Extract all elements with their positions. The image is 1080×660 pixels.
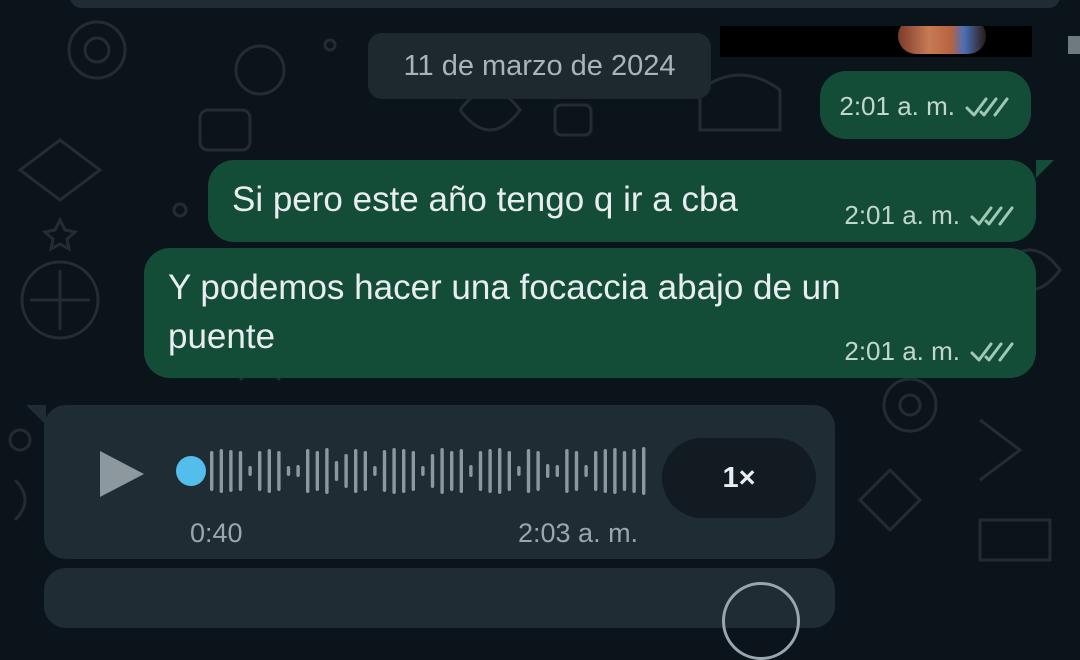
waveform-bar [498, 448, 502, 494]
waveform-bar [277, 451, 281, 491]
waveform-bar [306, 449, 310, 493]
double-check-icon [965, 97, 1009, 116]
waveform-bar [459, 449, 463, 493]
waveform-bar [555, 465, 559, 477]
message-time: 2:01 a. m. [844, 200, 960, 230]
voice-message-time: 2:03 a. m. [518, 518, 639, 548]
bubble-tail [26, 405, 46, 425]
voice-waveform[interactable] [176, 443, 646, 499]
double-check-icon [970, 206, 1014, 225]
next-message-bubble[interactable] [44, 568, 835, 628]
waveform-bar [507, 451, 511, 491]
avatar [722, 582, 800, 660]
play-icon[interactable] [96, 447, 148, 501]
waveform-bar [584, 465, 588, 477]
waveform-bar [536, 451, 540, 491]
message-text-line-2: puente [168, 317, 276, 356]
waveform-bar [488, 449, 492, 493]
waveform-bar [210, 451, 214, 491]
outgoing-message[interactable]: Y podemos hacer una focaccia abajo de un… [144, 248, 1036, 378]
outgoing-message[interactable]: Si pero este año tengo q ir a cba 2:01 a… [208, 160, 1036, 242]
waveform-bar [296, 465, 300, 477]
waveform-bar [354, 449, 358, 493]
waveform-bar [632, 449, 636, 493]
waveform-bar [325, 448, 329, 494]
playback-speed-button[interactable]: 1× [662, 438, 816, 518]
bubble-tail [1036, 160, 1054, 178]
waveform-bar [526, 449, 531, 493]
waveform-bar [402, 449, 406, 493]
waveform-bar [517, 466, 521, 476]
date-separator: 11 de marzo de 2024 [368, 33, 711, 99]
message-meta: 2:01 a. m. [844, 200, 1014, 231]
voice-duration: 0:40 [190, 518, 243, 548]
waveform-bar [642, 447, 646, 495]
waveform-bar [363, 451, 367, 491]
double-check-icon [970, 342, 1014, 361]
scrollbar-handle[interactable] [1068, 36, 1080, 54]
message-meta: 2:01 a. m. [839, 91, 1009, 122]
waveform-bar [546, 464, 550, 478]
waveform-bar [430, 454, 435, 488]
waveform-bar [373, 466, 377, 476]
waveform-bar [594, 451, 598, 491]
waveform-bar [603, 449, 607, 493]
waveform-bar [334, 461, 339, 481]
playback-progress-dot[interactable] [176, 456, 206, 486]
waveform-bar [258, 451, 262, 491]
waveform-bar [565, 449, 569, 493]
message-text-line-1: Y podemos hacer una focaccia abajo de un [168, 268, 841, 307]
waveform-bar [450, 451, 454, 491]
previous-message-bubble-edge [70, 0, 1060, 8]
waveform-bar [622, 451, 627, 491]
waveform-bar [248, 466, 252, 476]
waveform-bar [411, 451, 415, 491]
message-meta: 2:01 a. m. [844, 336, 1014, 367]
waveform-bar [440, 448, 444, 494]
waveform-bar [469, 465, 473, 477]
waveform-bar [286, 466, 291, 476]
waveform-bar [238, 451, 243, 491]
message-time: 2:01 a. m. [839, 91, 955, 121]
waveform-bar [344, 454, 348, 488]
outgoing-message-time-bubble[interactable]: 2:01 a. m. [820, 71, 1031, 139]
image-message-thumbnail[interactable] [720, 26, 1032, 57]
waveform-bar [219, 449, 223, 493]
image-content [898, 26, 986, 54]
waveform-bar [267, 449, 271, 493]
waveform-bar [229, 450, 233, 492]
waveform-bar [421, 466, 425, 476]
waveform-bar [392, 448, 396, 494]
waveform-bar [478, 451, 483, 491]
waveform-bar [574, 451, 579, 491]
waveform-bar [382, 450, 387, 492]
message-text: Si pero este año tengo q ir a cba [232, 180, 738, 219]
waveform-bar [315, 451, 319, 491]
waveform-bar [613, 448, 617, 494]
message-time: 2:01 a. m. [844, 336, 960, 366]
